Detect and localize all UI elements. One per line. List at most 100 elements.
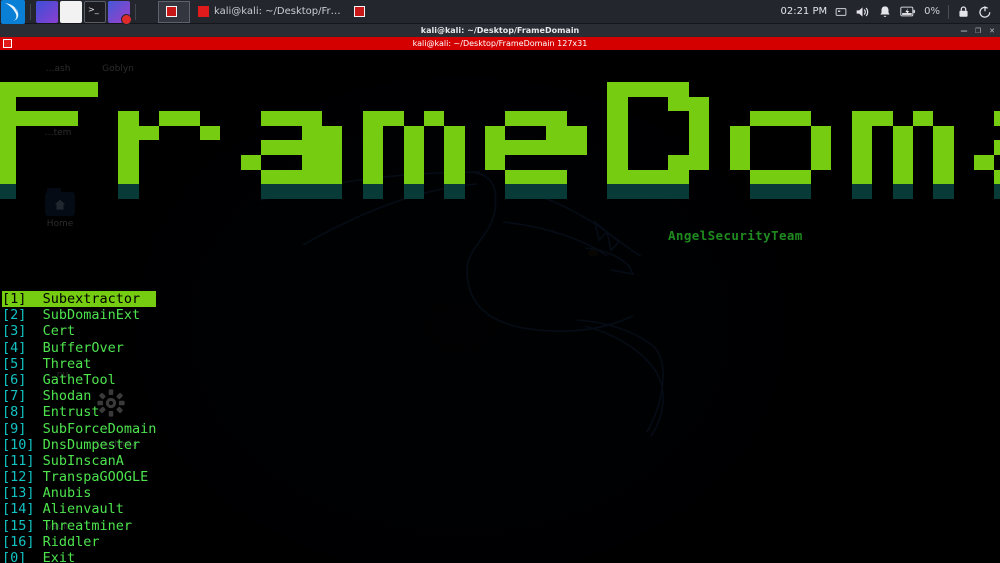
menu-item-label: Exit	[34, 550, 76, 563]
terminal-body[interactable]: AngelSecurityTeam [1] Subextractor [2] Su…	[0, 50, 1000, 563]
menu-item-label: Threat	[34, 355, 92, 372]
app-icon[interactable]	[36, 0, 58, 23]
menu-item-threatminer[interactable]: [15] Threatminer	[2, 518, 156, 534]
taskbar-window-button[interactable]: kali@kali: ~/Desktop/Fr…	[190, 1, 349, 23]
terminal-title-label: kali@kali: ~/Desktop/FrameDomain 127x31	[412, 39, 588, 48]
close-button[interactable]: ✕	[988, 27, 996, 35]
menu-item-threat[interactable]: [5] Threat	[2, 356, 156, 372]
volume-icon[interactable]	[855, 5, 870, 19]
ascii-art-row	[0, 169, 1000, 185]
menu-item-entrust[interactable]: [8] Entrust	[2, 404, 156, 420]
window-controls: — ❐ ✕	[960, 24, 996, 37]
menu-item-shodan[interactable]: [7] Shodan	[2, 388, 156, 404]
menu-item-number: [11]	[2, 452, 35, 469]
minimize-button[interactable]: —	[960, 27, 968, 35]
menu-item-label: GatheTool	[34, 371, 116, 388]
menu-item-label: Cert	[34, 323, 76, 340]
record-badge-icon	[121, 13, 132, 25]
browser-icon[interactable]	[108, 0, 132, 25]
ascii-art-row	[0, 111, 1000, 126]
menu-item-subdomainext[interactable]: [2] SubDomainExt	[2, 307, 156, 323]
system-tray: 02:21 PM 0%	[780, 4, 1000, 19]
terminal-app-icon	[3, 39, 12, 48]
menu-item-number: [9]	[2, 420, 35, 437]
menu-item-riddler[interactable]: [16] Riddler	[2, 534, 156, 550]
terminal-icon[interactable]: >_	[84, 0, 106, 23]
menu-item-number: [14]	[2, 501, 35, 518]
menu-item-number: [16]	[2, 533, 35, 550]
ascii-art-row	[0, 125, 1000, 141]
ascii-art-row	[0, 184, 1000, 199]
menu-item-label: Shodan	[34, 388, 92, 405]
taskbar-window-button[interactable]	[349, 1, 370, 23]
terminal-titlebar[interactable]: kali@kali: ~/Desktop/FrameDomain 127x31	[0, 37, 1000, 50]
ascii-art-row	[0, 96, 1000, 112]
menu-item-number: [3]	[2, 323, 35, 340]
ascii-art-row	[0, 154, 1000, 170]
terminal-window: kali@kali: ~/Desktop/FrameDomain — ❐ ✕ k…	[0, 24, 1000, 563]
menu-item-label: Riddler	[34, 533, 100, 550]
ascii-art-row	[0, 140, 1000, 155]
menu-item-label: SubForceDomain	[34, 420, 157, 437]
battery-icon[interactable]	[900, 5, 916, 18]
menu-item-subextractor[interactable]: [1] Subextractor	[2, 291, 157, 308]
menu-item-cert[interactable]: [3] Cert	[2, 323, 156, 339]
menu-item-transpagoogle[interactable]: [12] TranspaGOOGLE	[2, 469, 156, 485]
menu-item-subforcedomain[interactable]: [9] SubForceDomain	[2, 421, 156, 437]
menu-item-bufferover[interactable]: [4] BufferOver	[2, 340, 156, 356]
menu-item-number: [8]	[2, 404, 35, 421]
divider	[135, 3, 136, 20]
menu-item-label: Alienvault	[34, 501, 124, 518]
menu-item-number: [1]	[2, 291, 35, 307]
menu-item-label: DnsDumpester	[34, 436, 141, 453]
menu-item-number: [6]	[2, 371, 35, 388]
menu-item-label: Entrust	[34, 404, 100, 421]
taskbar-window-label: kali@kali: ~/Desktop/Fr…	[214, 6, 341, 17]
lock-icon[interactable]	[957, 5, 970, 18]
menu-item-dnsdumpester[interactable]: [10] DnsDumpester	[2, 437, 156, 453]
menu-item-gathetool[interactable]: [6] GatheTool	[2, 372, 156, 388]
window-titlebar[interactable]: kali@kali: ~/Desktop/FrameDomain — ❐ ✕	[0, 24, 1000, 37]
menu-item-number: [0]	[2, 550, 35, 563]
taskbar-launchers: >_	[0, 0, 140, 25]
menu-item-alienvault[interactable]: [14] Alienvault	[2, 501, 156, 517]
menu-item-anubis[interactable]: [13] Anubis	[2, 485, 156, 501]
logout-icon[interactable]	[978, 5, 992, 19]
ascii-art-row	[0, 82, 1000, 97]
clock[interactable]: 02:21 PM	[780, 6, 827, 17]
menu-item-label: Anubis	[34, 485, 92, 502]
notification-bell-icon[interactable]	[878, 5, 892, 19]
files-icon[interactable]	[60, 0, 82, 23]
menu-item-exit[interactable]: [0] Exit	[2, 550, 156, 563]
menu-item-label: TranspaGOOGLE	[34, 469, 149, 486]
maximize-button[interactable]: ❐	[974, 27, 982, 35]
taskbar-window-list: kali@kali: ~/Desktop/Fr…	[158, 0, 370, 23]
menu-item-number: [4]	[2, 339, 35, 356]
menu-item-label: SubInscanA	[34, 452, 124, 469]
menu-item-subinscana[interactable]: [11] SubInscanA	[2, 453, 156, 469]
menu-item-number: [2]	[2, 307, 35, 324]
menu-item-number: [13]	[2, 485, 35, 502]
menu-item-label: Threatminer	[34, 517, 133, 534]
terminal-window-icon	[166, 6, 177, 17]
menu-item-number: [5]	[2, 355, 35, 372]
menu-item-label: BufferOver	[34, 339, 124, 356]
terminal-window-icon	[353, 6, 365, 17]
menu-item-label: SubDomainExt	[34, 307, 141, 324]
menu-item-number: [7]	[2, 388, 35, 405]
credit-label: AngelSecurityTeam	[668, 228, 803, 243]
menu-item-number: [12]	[2, 469, 35, 486]
ascii-art-logo	[0, 82, 1000, 199]
terminal-window-icon	[198, 6, 209, 17]
taskbar-window-button[interactable]	[158, 0, 190, 23]
kali-menu-icon[interactable]	[1, 0, 25, 24]
window-title-label: kali@kali: ~/Desktop/FrameDomain	[420, 26, 580, 35]
display-icon[interactable]	[835, 6, 847, 18]
menu-item-number: [15]	[2, 517, 35, 534]
menu-item-number: [10]	[2, 436, 35, 453]
battery-percent-label: 0%	[924, 6, 940, 17]
taskbar: >_ kali@kali: ~/Desktop/Fr… 02:21 PM 0%	[0, 0, 1000, 25]
menu-item-label: Subextractor	[34, 291, 141, 307]
divider	[30, 3, 31, 20]
divider	[948, 4, 949, 19]
